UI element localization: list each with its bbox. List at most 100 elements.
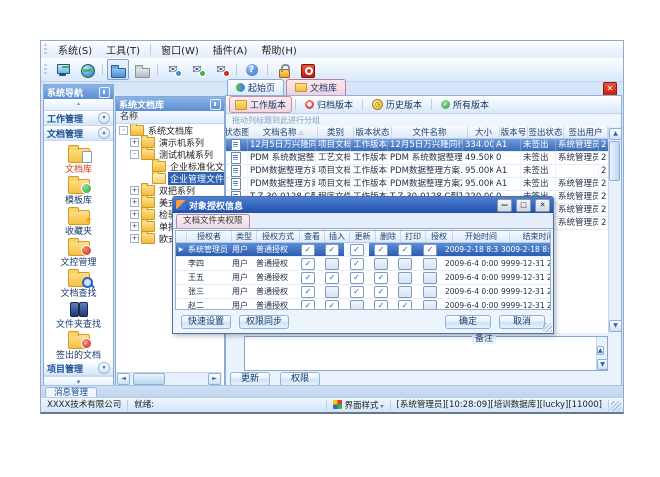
column-header[interactable]: 文件名称 [392, 127, 468, 139]
folder-disabled-button[interactable] [131, 59, 153, 80]
column-header[interactable]: 签出状态 [528, 127, 564, 139]
document-row[interactable]: PDM数据整理方案.doc项目文档工作版本PDM数据整理方案.doc95.00K… [226, 165, 609, 178]
permission-checkbox[interactable]: ✓ [301, 244, 315, 256]
dialog-column-header[interactable]: 打印 [401, 231, 426, 243]
permission-checkbox[interactable]: ✓ [398, 244, 412, 256]
permission-checkbox[interactable]: ✓ [301, 272, 315, 284]
dialog-column-header[interactable]: 开始时间 [453, 231, 510, 243]
permission-checkbox[interactable]: ✓ [398, 300, 412, 311]
sidebar-section-work[interactable]: 工作管理▾ [44, 111, 113, 126]
menu-item[interactable]: 帮助(H) [254, 41, 303, 58]
sidebar-item-checked-out-docs[interactable]: ✓签出的文档 [44, 330, 113, 361]
tree-node[interactable]: -测试机械系列 [116, 148, 224, 160]
sidebar-item-doc-control[interactable]: 文控管理 [44, 237, 113, 268]
permission-checkbox[interactable]: ✓ [374, 300, 388, 311]
permission-checkbox[interactable] [350, 300, 364, 311]
scroll-up-icon[interactable]: ▲ [609, 128, 622, 140]
permission-row[interactable]: 王五用户普通授权✓✓✓✓2009-6-4 0:00:009999-12-31 2… [176, 271, 550, 285]
permission-checkbox[interactable]: ✓ [325, 300, 339, 311]
tree-expander-icon[interactable]: - [119, 126, 128, 135]
drag-grip[interactable] [44, 64, 47, 75]
menu-item[interactable]: 插件(A) [206, 41, 255, 58]
column-header[interactable]: 版本状态 [354, 127, 392, 139]
column-header[interactable]: 签出用户 [564, 127, 608, 139]
tab-document-library[interactable]: 文档库 [286, 79, 346, 95]
sidebar-section-doc[interactable]: 文档管理▴ [44, 126, 113, 141]
permission-checkbox[interactable]: ✓ [325, 272, 339, 284]
permission-checkbox[interactable] [423, 300, 437, 311]
column-header[interactable]: 文档名称△ [249, 127, 318, 139]
tree-node[interactable]: +企业标准化文件 [116, 160, 224, 172]
permission-checkbox[interactable]: ✓ [374, 272, 388, 284]
permission-checkbox[interactable] [374, 258, 388, 270]
dialog-column-header[interactable]: 更新 [350, 231, 376, 243]
connect-button[interactable] [52, 59, 74, 80]
tree-node[interactable]: -系统文档库 [116, 124, 224, 136]
tab-archived-version[interactable]: ●归档版本 [299, 96, 359, 113]
column-header[interactable]: 类别 [318, 127, 354, 139]
lock-button[interactable] [272, 59, 294, 80]
menu-item[interactable]: 系统(S) [51, 41, 99, 58]
tree-expander-icon[interactable]: + [130, 186, 139, 195]
sidebar-item-document-library[interactable]: 文档库 [44, 144, 113, 175]
group-by-bar[interactable]: 拖动列标题到此进行分组 [226, 114, 622, 128]
sidebar-collapse-strip[interactable]: ▴ [44, 99, 113, 111]
column-header[interactable]: 大小 [468, 127, 500, 139]
tree-node[interactable]: +企业管理文件 [116, 172, 224, 184]
permission-checkbox[interactable]: ✓ [350, 258, 364, 270]
permission-row[interactable]: ▶系统管理员用户普通授权✓✓✓✓✓✓2009-2-18 8:35:573009-… [176, 243, 550, 257]
tree-node[interactable]: +演示机系列 [116, 136, 224, 148]
scroll-thumb[interactable] [133, 373, 165, 385]
status-style-selector[interactable]: 界面样式▾ [327, 400, 391, 411]
document-row[interactable]: 12月5日万兴隆同行...项目文档工作版本12月5日万兴隆同行...334.00… [226, 139, 609, 152]
exit-button[interactable] [296, 59, 318, 80]
dialog-column-header[interactable]: 类型 [232, 231, 257, 243]
permission-row[interactable]: 张三用户普通授权✓✓✓2009-6-4 0:00:009999-12-31 23… [176, 285, 550, 299]
update-button[interactable]: 更新 [230, 372, 270, 386]
tree-horizontal-scrollbar[interactable]: ◄► [116, 372, 222, 385]
sidebar-item-doc-search[interactable]: 文档查找 [44, 268, 113, 299]
mail-delete-button[interactable]: ✉ [210, 59, 232, 80]
tree-expander-icon[interactable]: + [130, 198, 139, 207]
permission-checkbox[interactable]: ✓ [301, 258, 315, 270]
permission-checkbox[interactable]: ✓ [301, 300, 315, 311]
tree-expander-icon[interactable]: + [130, 234, 139, 243]
web-button[interactable] [76, 59, 98, 80]
tab-start-page[interactable]: 起始页 [227, 79, 284, 95]
resize-grip[interactable] [611, 401, 621, 411]
permission-checkbox[interactable]: ✓ [301, 286, 315, 298]
document-row[interactable]: PDM数据整理方案2.doc项目文档工作版本PDM数据整理方案2.doc95.0… [226, 178, 609, 191]
scroll-down-icon[interactable]: ▼ [597, 359, 608, 370]
permission-checkbox[interactable] [325, 258, 339, 270]
permission-checkbox[interactable]: ✓ [374, 286, 388, 298]
column-header[interactable]: 版本号 [500, 127, 528, 139]
scroll-thumb[interactable] [609, 141, 620, 181]
mail-new-button[interactable]: ✉ [162, 59, 184, 80]
scroll-up-icon[interactable]: ▲ [597, 346, 604, 355]
document-row[interactable]: PDM 系统数据整理检...工艺文档工作版本PDM 系统数据整理...49.50… [226, 152, 609, 165]
ok-button[interactable]: 确定 [445, 315, 491, 329]
tab-history-version[interactable]: ◷历史版本 [366, 96, 428, 113]
drag-grip[interactable] [44, 44, 47, 55]
permission-checkbox[interactable]: ✓ [350, 244, 364, 256]
sidebar-item-template-library[interactable]: 模板库 [44, 175, 113, 206]
permission-checkbox[interactable] [423, 258, 437, 270]
tree-expander-icon[interactable]: + [130, 222, 139, 231]
permission-checkbox[interactable]: ✓ [374, 244, 388, 256]
permission-row[interactable]: 李四用户普通授权✓✓2009-6-4 0:00:009999-12-31 23:… [176, 257, 550, 271]
remark-scrollbar[interactable]: ▲▼ [596, 337, 607, 370]
close-tab-button[interactable]: ✕ [603, 82, 617, 96]
quick-setup-button[interactable]: 快速设置 [181, 315, 231, 329]
scroll-right-icon[interactable]: ► [208, 373, 221, 385]
open-folder-button[interactable] [107, 59, 129, 80]
tree-column-header[interactable]: 名称 [116, 111, 224, 124]
permission-checkbox[interactable]: ✓ [350, 272, 364, 284]
tree-expander-icon[interactable]: - [130, 150, 139, 159]
permission-checkbox[interactable]: ✓ [423, 244, 437, 256]
help-button[interactable] [241, 59, 263, 80]
permission-checkbox[interactable] [325, 286, 339, 298]
tab-folder-permissions[interactable]: 文档文件夹权限 [176, 214, 250, 228]
permission-checkbox[interactable] [398, 286, 412, 298]
tab-working-version[interactable]: 工作版本 [229, 96, 292, 113]
tab-all-versions[interactable]: ✓所有版本 [435, 96, 495, 113]
